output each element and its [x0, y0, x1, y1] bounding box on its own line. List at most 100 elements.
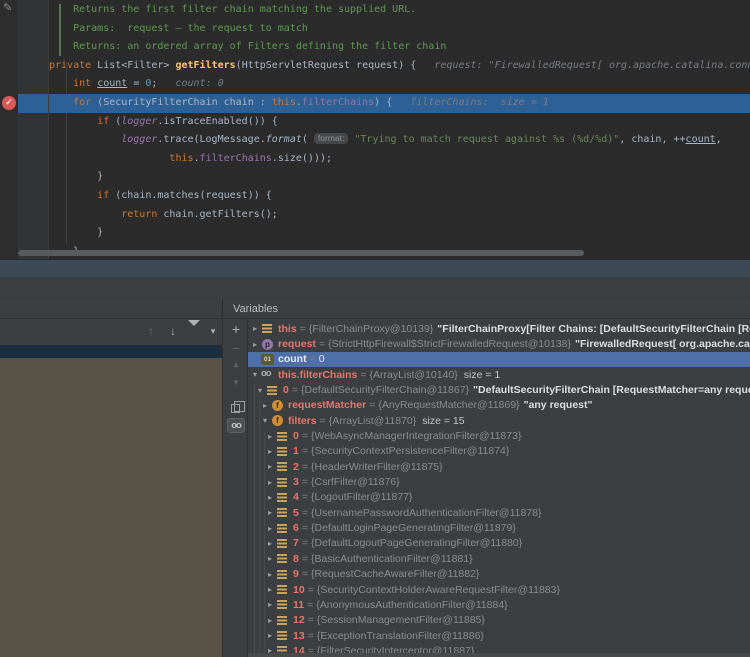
code-segment: private: [49, 59, 92, 71]
variable-row-6[interactable]: ▸ 6 = {DefaultLoginPageGeneratingFilter@118…: [248, 520, 750, 535]
variable-row-9[interactable]: ▸ 9 = {RequestCacheAwareFilter@11882}: [248, 567, 750, 582]
object-reference: {LogoutFilter@11877}: [310, 491, 413, 504]
expand-chevron-icon[interactable]: ▸: [264, 524, 276, 533]
variable-row-11[interactable]: ▸ 11 = {AnonymousAuthenticationFilter@11884…: [248, 597, 750, 612]
expand-chevron-icon[interactable]: ▸: [259, 401, 271, 410]
duplicate-icon[interactable]: [231, 401, 245, 413]
inline-debugger-hint: request: "FirewalledRequest[ org.apache.…: [416, 59, 750, 71]
code-line: }: [49, 168, 750, 187]
expand-chevron-icon[interactable]: ▸: [264, 616, 276, 625]
show-watches-toggle[interactable]: oo: [227, 418, 245, 433]
equals-sign: =: [307, 583, 314, 596]
object-reference: {DefaultLoginPageGeneratingFilter@11879}: [310, 522, 516, 535]
value-icon: [276, 477, 290, 488]
variable-row-requestmatcher[interactable]: ▸ f requestMatcher = {AnyRequestMatcher@1186…: [248, 398, 750, 413]
expand-chevron-icon[interactable]: ▸: [249, 324, 261, 333]
expand-chevron-icon[interactable]: ▸: [264, 600, 276, 609]
collapse-chevron-icon[interactable]: ▾: [254, 386, 266, 395]
equals-sign: =: [301, 506, 308, 519]
expand-chevron-icon[interactable]: ▸: [249, 340, 261, 349]
move-down-icon[interactable]: ▼: [223, 378, 249, 387]
variable-row-10[interactable]: ▸ 10 = {SecurityContextHolderAwareRequestFi…: [248, 582, 750, 597]
frames-selected-row[interactable]: [0, 345, 222, 358]
variable-name: filters: [288, 414, 317, 427]
variable-row-0[interactable]: ▾ 0 = {DefaultSecurityFilterChain@11867} "De…: [248, 382, 750, 397]
variable-row-count[interactable]: 01 count = 0: [248, 351, 750, 368]
code-segment: this: [271, 96, 296, 108]
value-icon: [276, 569, 290, 580]
move-up-icon[interactable]: ▲: [223, 360, 249, 369]
variable-name: this.filterChains: [278, 368, 358, 381]
inline-debugger-hint: filterChains: size = 1: [392, 96, 549, 108]
variable-row-0[interactable]: ▸ 0 = {WebAsyncManagerIntegrationFilter@118…: [248, 428, 750, 443]
equals-sign: =: [301, 430, 308, 443]
equals-sign: =: [301, 537, 308, 550]
variable-row-this[interactable]: ▸ this = {FilterChainProxy@10139} "FilterCha…: [248, 321, 750, 336]
variable-row-5[interactable]: ▸ 5 = {UsernamePasswordAuthenticationFilter…: [248, 505, 750, 520]
expand-chevron-icon[interactable]: ▸: [264, 631, 276, 640]
variable-row-12[interactable]: ▸ 12 = {SessionManagementFilter@11885}: [248, 613, 750, 628]
expand-chevron-icon[interactable]: ▸: [264, 570, 276, 579]
expand-chevron-icon[interactable]: ▸: [264, 539, 276, 548]
variable-name: 8: [293, 552, 299, 565]
equals-sign: =: [318, 338, 326, 351]
add-watch-icon[interactable]: +: [223, 321, 249, 337]
variable-row-3[interactable]: ▸ 3 = {CsrfFilter@11876}: [248, 474, 750, 489]
debug-panel-header: Variables: [0, 300, 750, 319]
expand-chevron-icon[interactable]: ▸: [264, 432, 276, 441]
remove-watch-icon[interactable]: −: [223, 341, 249, 356]
collapse-chevron-icon[interactable]: ▾: [249, 370, 261, 379]
expand-chevron-icon[interactable]: ▸: [264, 462, 276, 471]
variable-row-13[interactable]: ▸ 13 = {ExceptionTranslationFilter@11886}: [248, 628, 750, 643]
variable-row-8[interactable]: ▸ 8 = {BasicAuthenticationFilter@11881}: [248, 551, 750, 566]
variable-row-7[interactable]: ▸ 7 = {DefaultLogoutPageGeneratingFilter@11…: [248, 536, 750, 551]
variable-name: 3: [293, 476, 299, 489]
arrow-up-icon[interactable]: ↑: [142, 321, 160, 341]
field-icon: f: [271, 415, 285, 427]
expand-chevron-icon[interactable]: ▸: [264, 493, 276, 502]
variables-horizontal-scrollbar[interactable]: [248, 653, 750, 657]
object-reference: {SessionManagementFilter@11885}: [316, 614, 485, 627]
variable-row-4[interactable]: ▸ 4 = {LogoutFilter@11877}: [248, 490, 750, 505]
code-segment: Returns: an ordered array of Filters def…: [73, 41, 447, 53]
code-segment: (: [109, 115, 122, 127]
chevron-down-icon[interactable]: ▾: [204, 321, 222, 341]
code-segment: }: [97, 171, 104, 183]
expand-chevron-icon[interactable]: ▸: [264, 447, 276, 456]
code-segment: (SecurityFilterChain chain :: [91, 96, 272, 108]
primitive-value-icon: 01: [261, 353, 275, 365]
object-reference: {UsernamePasswordAuthenticationFilter@11…: [310, 506, 542, 519]
variable-name: 10: [293, 583, 305, 596]
variable-row-1[interactable]: ▸ 1 = {SecurityContextPersistenceFilter@118…: [248, 444, 750, 459]
code-segment: ,: [715, 134, 722, 146]
watch-icon: oo: [261, 368, 272, 380]
collection-size: size = 1: [463, 368, 501, 381]
code-segment: filterChains: [301, 96, 375, 108]
collapse-chevron-icon[interactable]: ▾: [259, 416, 271, 425]
equals-sign: =: [301, 568, 308, 581]
variable-row-request[interactable]: ▸ p request = {StrictHttpFirewall$StrictFire…: [248, 336, 750, 351]
object-reference: {ExceptionTranslationFilter@11886}: [316, 629, 484, 642]
expand-chevron-icon[interactable]: ▸: [264, 554, 276, 563]
code-editor[interactable]: Returns the first filter chain matching …: [0, 0, 750, 259]
inline-debugger-hint: count: 0: [157, 78, 224, 90]
variable-row-2[interactable]: ▸ 2 = {HeaderWriterFilter@11875}: [248, 459, 750, 474]
code-line: this.filterChains.size()));: [49, 150, 750, 169]
variable-row-filters[interactable]: ▾ f filters = {ArrayList@11870} size = 15: [248, 413, 750, 428]
value-icon: [266, 385, 280, 396]
expand-chevron-icon[interactable]: ▸: [264, 585, 276, 594]
editor-horizontal-scrollbar[interactable]: [18, 250, 584, 256]
filter-icon[interactable]: [188, 320, 200, 343]
breakpoint-icon[interactable]: ✓: [2, 96, 16, 110]
object-reference: {ArrayList@11870}: [328, 414, 417, 427]
variable-name: 1: [293, 445, 299, 458]
code-segment: logger: [121, 115, 158, 127]
object-tostring-value: "any request": [523, 399, 593, 412]
expand-chevron-icon[interactable]: ▸: [264, 478, 276, 487]
expand-chevron-icon[interactable]: ▸: [264, 508, 276, 517]
code-segment: .trace(LogMessage.: [157, 134, 266, 146]
arrow-down-icon[interactable]: ↓: [164, 321, 182, 341]
equals-sign: =: [301, 522, 308, 535]
variable-row-this-filterchains[interactable]: ▾ oo this.filterChains = {ArrayList@10140} si…: [248, 367, 750, 382]
editor-gutter: [18, 0, 48, 259]
